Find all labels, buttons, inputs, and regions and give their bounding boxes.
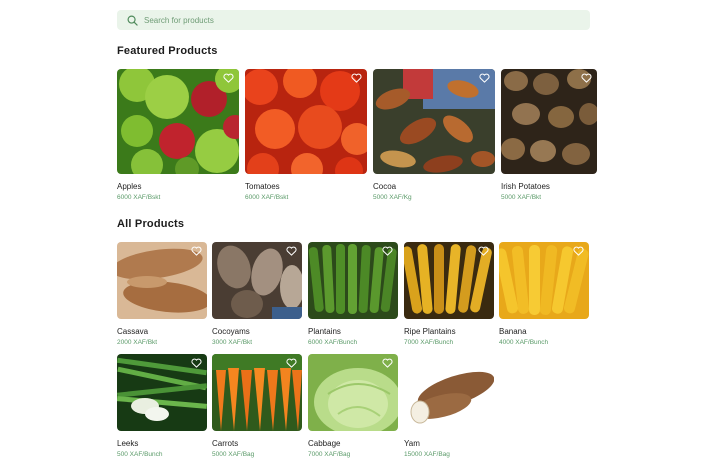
product-card-ripe-plantains[interactable]: Ripe Plantains 7000 XAF/Bunch (404, 242, 494, 346)
favorite-heart-icon[interactable] (573, 246, 584, 256)
product-name: Ripe Plantains (404, 327, 456, 336)
product-price: 7000 XAF/Bag (308, 451, 351, 458)
product-image (212, 354, 302, 431)
product-card-plantains[interactable]: Plantains 6000 XAF/Bunch (308, 242, 398, 346)
product-price: 5000 XAF/Kg (373, 194, 412, 201)
product-price: 2000 XAF/Bkt (117, 339, 158, 346)
product-image (404, 242, 494, 319)
product-image (117, 354, 207, 431)
product-price: 7000 XAF/Bunch (404, 339, 454, 346)
product-card-banana[interactable]: Banana 4000 XAF/Bunch (499, 242, 589, 346)
featured-card-irish-potatoes[interactable]: Irish Potatoes 5000 XAF/Bkt (501, 69, 597, 201)
product-card-cocoyams[interactable]: Cocoyams 3000 XAF/Bkt (212, 242, 302, 346)
product-name: Apples (117, 182, 142, 191)
featured-products-heading: Featured Products (117, 45, 218, 57)
product-card-yam[interactable]: Yam 15000 XAF/Bag (404, 354, 494, 458)
favorite-heart-icon[interactable] (223, 73, 234, 83)
favorite-heart-icon[interactable] (478, 358, 489, 368)
product-price: 3000 XAF/Bkt (212, 339, 253, 346)
product-card-cabbage[interactable]: Cabbage 7000 XAF/Bag (308, 354, 398, 458)
product-name: Irish Potatoes (501, 182, 550, 191)
product-card-leeks[interactable]: Leeks 500 XAF/Bunch (117, 354, 207, 458)
favorite-heart-icon[interactable] (191, 246, 202, 256)
search-icon (127, 15, 138, 26)
product-price: 6000 XAF/Bskt (245, 194, 289, 201)
product-image (245, 69, 367, 174)
favorite-heart-icon[interactable] (286, 246, 297, 256)
product-name: Cocoyams (212, 327, 250, 336)
featured-card-tomatoes[interactable]: Tomatoes 6000 XAF/Bskt (245, 69, 367, 201)
featured-card-apples[interactable]: Apples 6000 XAF/Bskt (117, 69, 239, 201)
favorite-heart-icon[interactable] (286, 358, 297, 368)
search-input[interactable] (144, 15, 544, 25)
product-image (212, 242, 302, 319)
product-image (373, 69, 495, 174)
product-price: 4000 XAF/Bunch (499, 339, 549, 346)
favorite-heart-icon[interactable] (351, 73, 362, 83)
favorite-heart-icon[interactable] (581, 73, 592, 83)
product-price: 500 XAF/Bunch (117, 451, 163, 458)
all-products-heading: All Products (117, 218, 185, 230)
product-name: Plantains (308, 327, 341, 336)
product-name: Yam (404, 439, 420, 448)
product-price: 5000 XAF/Bkt (501, 194, 542, 201)
product-name: Cassava (117, 327, 149, 336)
product-name: Tomatoes (245, 182, 280, 191)
product-card-carrots[interactable]: Carrots 5000 XAF/Bag (212, 354, 302, 458)
product-price: 6000 XAF/Bunch (308, 339, 358, 346)
search-bar[interactable] (117, 10, 590, 30)
favorite-heart-icon[interactable] (479, 73, 490, 83)
favorite-heart-icon[interactable] (382, 358, 393, 368)
product-card-cassava[interactable]: Cassava 2000 XAF/Bkt (117, 242, 207, 346)
product-price: 15000 XAF/Bag (404, 451, 450, 458)
product-name: Leeks (117, 439, 139, 448)
product-image (501, 69, 597, 174)
product-price: 6000 XAF/Bskt (117, 194, 161, 201)
featured-card-cocoa[interactable]: Cocoa 5000 XAF/Kg (373, 69, 495, 201)
product-image (117, 69, 239, 174)
product-name: Cocoa (373, 182, 397, 191)
favorite-heart-icon[interactable] (191, 358, 202, 368)
product-name: Carrots (212, 439, 239, 448)
product-price: 5000 XAF/Bag (212, 451, 255, 458)
product-name: Banana (499, 327, 527, 336)
product-image (404, 354, 494, 431)
favorite-heart-icon[interactable] (478, 246, 489, 256)
product-image (308, 242, 398, 319)
product-name: Cabbage (308, 439, 341, 448)
favorite-heart-icon[interactable] (382, 246, 393, 256)
product-image (308, 354, 398, 431)
product-image (499, 242, 589, 319)
product-image (117, 242, 207, 319)
